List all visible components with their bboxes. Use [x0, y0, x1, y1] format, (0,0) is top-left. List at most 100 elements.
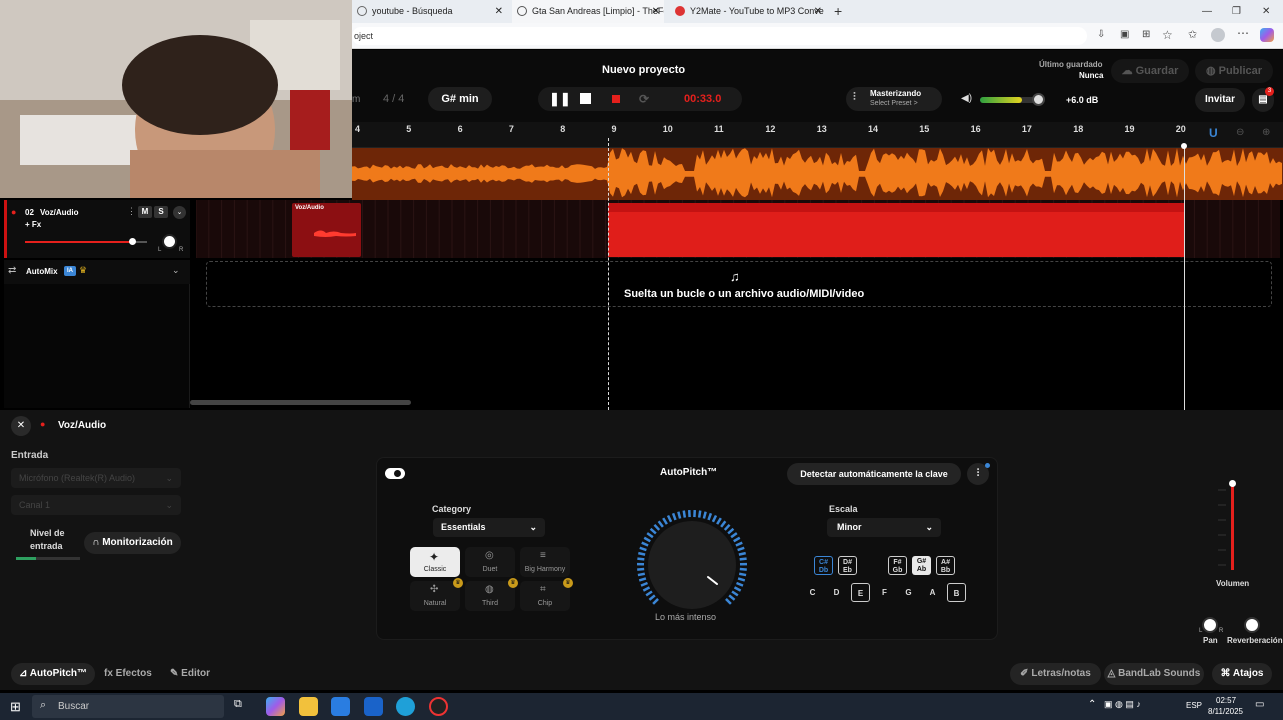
detect-key-button[interactable]: Detectar automáticamente la clave — [787, 463, 961, 485]
chevron-down-icon[interactable]: ⌄ — [172, 265, 180, 276]
tab-youtube-search[interactable]: youtube - Búsqueda ✕ — [352, 0, 507, 23]
style-chip[interactable]: ⌗ Chip — [520, 581, 570, 611]
drop-zone[interactable]: ♫ Suelta un bucle o un archivo audio/MID… — [206, 261, 1272, 307]
style-third[interactable]: ◍ Third — [465, 581, 515, 611]
more-menu-icon[interactable]: ⋯ — [1237, 26, 1249, 40]
style-big-harmony[interactable]: ≡ Big Harmony — [520, 547, 570, 577]
master-volume-knob[interactable] — [1032, 93, 1045, 106]
close-window-button[interactable]: ✕ — [1262, 0, 1270, 23]
mastering-button[interactable]: ⫶ Masterizando Select Preset > — [846, 87, 942, 111]
style-natural[interactable]: ✣ Natural — [410, 581, 460, 611]
natural-key-D[interactable]: D — [827, 583, 846, 602]
category-select[interactable]: Essentials ⌄ — [433, 518, 545, 537]
close-tab-icon[interactable]: ✕ — [495, 0, 503, 23]
track-lane[interactable]: Voz/Audio — [195, 200, 1280, 258]
mail-icon[interactable] — [364, 697, 383, 716]
maximize-button[interactable]: ❐ — [1232, 0, 1241, 23]
edge-icon[interactable] — [396, 697, 415, 716]
sharp-key-2[interactable]: F# Gb — [888, 556, 907, 575]
clock-date[interactable]: 8/11/2025 — [1208, 707, 1243, 716]
track-name[interactable]: Voz/Audio — [40, 208, 79, 217]
reverb-knob[interactable] — [1244, 617, 1260, 633]
favorite-star-icon[interactable]: ☆ — [1162, 28, 1173, 42]
sharp-key-0[interactable]: C# Db — [814, 556, 833, 575]
natural-key-B[interactable]: B — [947, 583, 966, 602]
clock-time[interactable]: 02:57 — [1216, 696, 1236, 705]
add-fx-button[interactable]: + Fx — [25, 220, 41, 229]
address-field[interactable]: oject — [352, 27, 1087, 45]
favorites-icon[interactable]: ✩ — [1188, 28, 1197, 41]
invite-button[interactable]: Invitar — [1195, 88, 1245, 112]
chevron-down-icon[interactable]: ⌄ — [173, 206, 186, 219]
zoom-in-icon[interactable]: ⊕ — [1262, 127, 1270, 138]
chevron-up-icon[interactable]: ⌃ — [1088, 699, 1096, 710]
screenshot-icon[interactable]: ▣ — [1120, 29, 1129, 40]
apps-icon[interactable]: ⊞ — [1142, 29, 1150, 40]
tab-effects[interactable]: fx Efectos — [104, 668, 152, 679]
horizontal-scrollbar[interactable] — [190, 400, 411, 405]
copilot-icon[interactable] — [1260, 28, 1274, 42]
loop-end-handle[interactable] — [1181, 143, 1187, 149]
store-icon[interactable] — [331, 697, 350, 716]
volume-handle[interactable] — [1229, 480, 1236, 487]
natural-key-A[interactable]: A — [923, 583, 942, 602]
task-view-icon[interactable]: ⧉ — [234, 698, 242, 711]
project-title[interactable]: Nuevo proyecto — [602, 64, 685, 76]
lyrics-button[interactable]: ✐ Letras/notas — [1010, 663, 1101, 685]
channel-volume-fader[interactable] — [1216, 480, 1246, 575]
save-button[interactable]: ☁ Guardar — [1111, 59, 1189, 83]
loop-end-marker[interactable] — [1184, 146, 1185, 410]
stop-button[interactable] — [580, 93, 591, 104]
shortcuts-button[interactable]: ⌘ Atajos — [1212, 663, 1272, 685]
close-tab-icon[interactable]: ✕ — [652, 0, 660, 23]
close-tab-icon[interactable]: ✕ — [814, 0, 822, 23]
key-selector[interactable]: G# min — [428, 87, 492, 111]
style-duet[interactable]: ◎ Duet — [465, 547, 515, 577]
autopitch-toggle[interactable] — [385, 468, 405, 479]
pan-knob[interactable] — [1202, 617, 1218, 633]
copilot-icon[interactable] — [266, 697, 285, 716]
notifications-icon[interactable]: ▭ — [1255, 699, 1264, 710]
new-tab-button[interactable]: + — [834, 0, 842, 22]
speaker-icon[interactable]: ◀) — [961, 93, 972, 104]
tab-autopitch[interactable]: ⊿ AutoPitch™ — [11, 663, 95, 685]
zoom-out-icon[interactable]: ⊖ — [1236, 127, 1244, 138]
publish-button[interactable]: ◍ Publicar — [1195, 59, 1273, 83]
intensity-knob[interactable] — [635, 508, 749, 622]
mute-button[interactable]: M — [138, 206, 152, 218]
language-indicator[interactable]: ESP — [1186, 701, 1202, 710]
loop-icon[interactable]: ⟳ — [639, 87, 649, 111]
style-classic[interactable]: ✦ Classic — [410, 547, 460, 577]
tray-icons[interactable]: ▣ ◍ ▤ ♪ — [1104, 699, 1141, 710]
tab-gta[interactable]: Gta San Andreas [Limpio] - TheFe ✕ — [512, 0, 664, 23]
natural-key-G[interactable]: G — [899, 583, 918, 602]
bandlab-sounds-button[interactable]: ◬ BandLab Sounds — [1104, 663, 1204, 685]
close-panel-button[interactable]: ✕ — [11, 416, 31, 436]
track-pan-knob[interactable] — [162, 234, 177, 249]
windows-start-icon[interactable]: ⊞ — [10, 699, 21, 715]
taskbar-search[interactable]: ⌕ Buscar — [32, 695, 224, 718]
natural-key-C[interactable]: C — [803, 583, 822, 602]
solo-button[interactable]: S — [154, 206, 168, 218]
track-menu-icon[interactable]: ⋮ — [127, 206, 136, 217]
sharp-key-4[interactable]: A# Bb — [936, 556, 955, 575]
natural-key-F[interactable]: F — [875, 583, 894, 602]
monitor-button[interactable]: ∩ Monitorización — [84, 532, 181, 554]
master-volume-slider[interactable] — [980, 97, 1040, 103]
input-device-select[interactable]: Micrófono (Realtek(R) Audio) ⌄ — [11, 468, 181, 488]
bandicam-icon[interactable] — [429, 697, 448, 716]
automix-row[interactable]: ⇄ AutoMix IA ♛ ⌄ — [4, 260, 190, 284]
file-explorer-icon[interactable] — [299, 697, 318, 716]
natural-key-E[interactable]: E — [851, 583, 870, 602]
sharp-key-1[interactable]: D# Eb — [838, 556, 857, 575]
sharp-key-3[interactable]: G# Ab — [912, 556, 931, 575]
scale-select[interactable]: Minor ⌄ — [827, 518, 941, 537]
pause-button[interactable]: ❚❚ — [549, 87, 571, 111]
input-channel-select[interactable]: Canal 1 ⌄ — [11, 495, 181, 515]
track-volume-knob[interactable] — [129, 238, 137, 245]
download-icon[interactable]: ⇩ — [1097, 29, 1105, 40]
record-button[interactable] — [612, 95, 620, 103]
playhead[interactable] — [608, 138, 609, 410]
timeline-ruler[interactable]: 4 5 6 7 8 9 10 11 12 13 14 15 16 17 18 19 20 U ⊖ ⊕ — [352, 122, 1283, 148]
tab-y2mate[interactable]: Y2Mate - YouTube to MP3 Conve ✕ — [670, 0, 826, 23]
